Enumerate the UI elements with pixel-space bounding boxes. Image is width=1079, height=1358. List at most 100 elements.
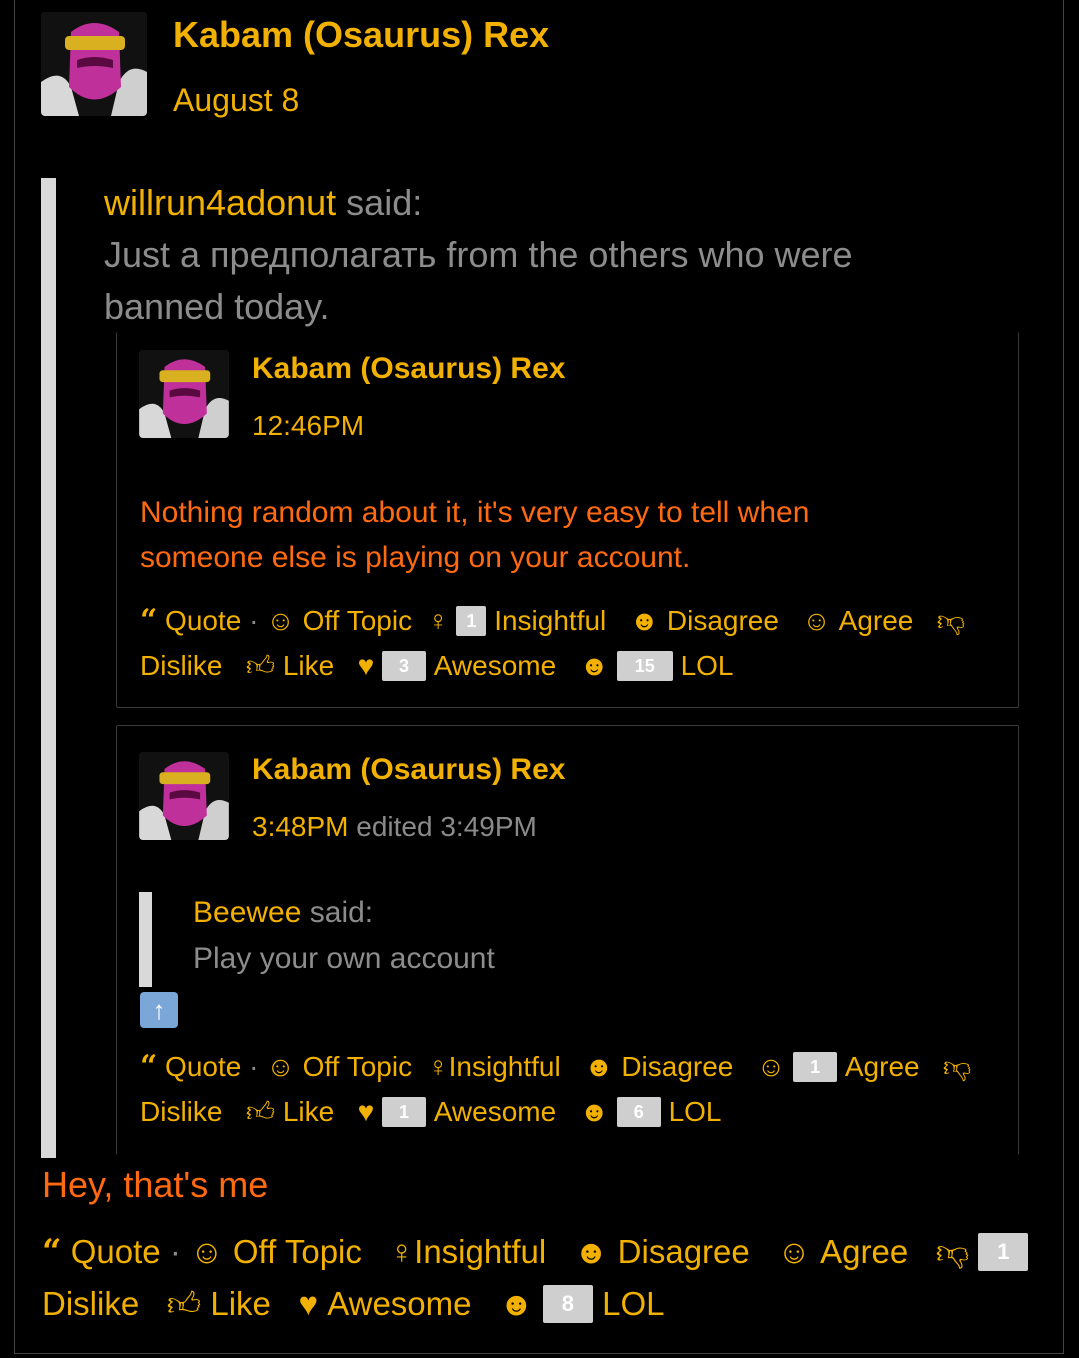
agree-button[interactable]: ☺ Agree [759, 1226, 908, 1278]
inner-quote-header: Beewee said: [193, 896, 373, 930]
post-date[interactable]: August 8 [173, 82, 299, 119]
agree-label: Agree [838, 605, 914, 636]
nested-1-time[interactable]: 12:46PM [252, 410, 364, 442]
disagree-button[interactable]: ☻ Disagree [555, 1226, 750, 1278]
quote-label: Quote [165, 1051, 242, 1082]
awesome-button[interactable]: ♥ 1 Awesome [342, 1089, 557, 1134]
disagree-label: Disagree [621, 1051, 734, 1082]
neutral-face-icon: ☺ [266, 605, 295, 636]
dislike-button[interactable]: Dislike [140, 643, 222, 688]
avatar[interactable] [139, 350, 229, 438]
smile-icon: ☺ [777, 1233, 811, 1270]
dislike-label: Dislike [140, 1096, 223, 1127]
awesome-count: 3 [381, 650, 426, 681]
quote-header: willrun4adonut said: [104, 182, 422, 224]
dislike-button[interactable]: Dislike [42, 1278, 139, 1330]
lol-label: LOL [680, 650, 734, 681]
off-topic-button[interactable]: ☺ Off Topic [190, 1226, 362, 1278]
nested-2-time-row: 3:48PM edited 3:49PM [252, 811, 537, 843]
quote-button[interactable]: “ Quote [140, 1044, 241, 1089]
quote-label: Quote [70, 1233, 161, 1270]
like-label: Like [282, 1096, 335, 1127]
agree-button[interactable]: ☺ Agree [787, 598, 914, 643]
nested-2-reactions: “ Quote · ☺ Off Topic ♀ Insightful ☻ Disa… [140, 1044, 971, 1134]
insightful-button[interactable]: ♀ 1 Insightful [420, 598, 607, 643]
laugh-icon: ☻ [579, 650, 610, 681]
heart-icon: ♥ [357, 1096, 375, 1127]
lol-button[interactable]: ☻ 15 LOL [564, 643, 734, 688]
awesome-label: Awesome [327, 1285, 472, 1322]
agree-label: Agree [844, 1051, 920, 1082]
inner-quote-author[interactable]: Beewee [193, 896, 301, 929]
angry-face-icon: ☻ [573, 1233, 609, 1270]
heart-icon: ♥ [298, 1285, 319, 1322]
like-button[interactable]: 👍︎ Like [230, 643, 334, 688]
inner-quote-text: Play your own account [193, 942, 495, 975]
awesome-count: 1 [381, 1096, 426, 1127]
avatar-image [139, 752, 229, 840]
thumbs-down-icon[interactable]: 👎︎ [921, 598, 965, 643]
lightbulb-icon: ♀ [427, 1051, 449, 1082]
off-topic-button[interactable]: ☺ Off Topic [266, 598, 412, 643]
agree-label: Agree [820, 1233, 909, 1270]
off-topic-label: Off Topic [232, 1233, 362, 1270]
awesome-button[interactable]: ♥ 3 Awesome [342, 643, 557, 688]
nested-1-text-line1: Nothing random about it, it's very easy … [140, 496, 810, 529]
inner-quote-bar [139, 892, 152, 987]
angry-face-icon: ☻ [629, 605, 660, 636]
like-label: Like [282, 650, 335, 681]
smile-icon: ☺ [802, 605, 831, 636]
quote-author[interactable]: willrun4adonut [104, 182, 336, 223]
nested-2-author[interactable]: Kabam (Osaurus) Rex [252, 753, 565, 787]
up-arrow-icon: ↑ [140, 992, 178, 1028]
nested-1-author[interactable]: Kabam (Osaurus) Rex [252, 352, 565, 386]
nested-2-edited: edited 3:49PM [356, 811, 537, 842]
quote-label: Quote [165, 605, 242, 636]
angry-face-icon: ☻ [584, 1051, 614, 1082]
dislike-button[interactable]: Dislike [140, 1089, 222, 1134]
off-topic-label: Off Topic [302, 605, 413, 636]
quote-icon: “ [140, 603, 158, 638]
lol-button[interactable]: ☻ 8 LOL [481, 1278, 664, 1330]
dislike-label: Dislike [42, 1285, 140, 1322]
post-reactions: “ Quote · ☺ Off Topic ♀ Insightful ☻ Disa… [42, 1226, 1029, 1330]
lol-button[interactable]: ☻ 6 LOL [564, 1089, 722, 1134]
disagree-label: Disagree [666, 605, 779, 636]
thumbs-down-icon[interactable]: 👎︎ [927, 1044, 971, 1089]
neutral-face-icon: ☺ [266, 1051, 295, 1082]
lightbulb-icon: ♀ [389, 1233, 415, 1270]
thumbs-down-icon[interactable]: 👎︎ 1 [917, 1226, 1029, 1278]
agree-count: 1 [793, 1051, 838, 1082]
like-button[interactable]: 👍︎ Like [230, 1089, 334, 1134]
avatar-image [139, 350, 229, 438]
nested-1-reactions: “ Quote · ☺ Off Topic ♀ 1 Insightful ☻ D… [140, 598, 965, 688]
nested-1-text-line2: someone else is playing on your account. [140, 541, 691, 574]
insightful-button[interactable]: ♀ Insightful [371, 1226, 546, 1278]
disagree-button[interactable]: ☻ Disagree [614, 598, 779, 643]
lol-count: 8 [542, 1285, 593, 1323]
lightbulb-icon: ♀ [427, 605, 449, 636]
agree-button[interactable]: ☺ 1 Agree [741, 1044, 920, 1089]
insightful-button[interactable]: ♀ Insightful [420, 1044, 561, 1089]
avatar-image [41, 12, 147, 116]
quote-button[interactable]: “ Quote [42, 1226, 161, 1278]
thumbs-up-icon: 👍︎ [245, 650, 276, 681]
post-author[interactable]: Kabam (Osaurus) Rex [173, 14, 549, 56]
avatar[interactable] [139, 752, 229, 840]
avatar[interactable] [41, 12, 147, 116]
awesome-button[interactable]: ♥ Awesome [280, 1278, 471, 1330]
quote-bar [41, 178, 56, 1158]
quote-button[interactable]: “ Quote [140, 598, 241, 643]
disagree-button[interactable]: ☻ Disagree [569, 1044, 734, 1089]
insightful-label: Insightful [414, 1233, 547, 1270]
nested-2-time[interactable]: 3:48PM [252, 811, 349, 842]
inner-quote-said: said: [309, 896, 374, 929]
thumbs-up-icon: 👍︎ [245, 1096, 276, 1127]
separator: · [249, 605, 267, 636]
quote-said: said: [346, 182, 423, 223]
lol-count: 6 [616, 1096, 661, 1127]
off-topic-button[interactable]: ☺ Off Topic [266, 1044, 412, 1089]
like-button[interactable]: 👍︎ Like [148, 1278, 271, 1330]
dislike-count: 1 [978, 1233, 1029, 1271]
like-label: Like [210, 1285, 271, 1322]
